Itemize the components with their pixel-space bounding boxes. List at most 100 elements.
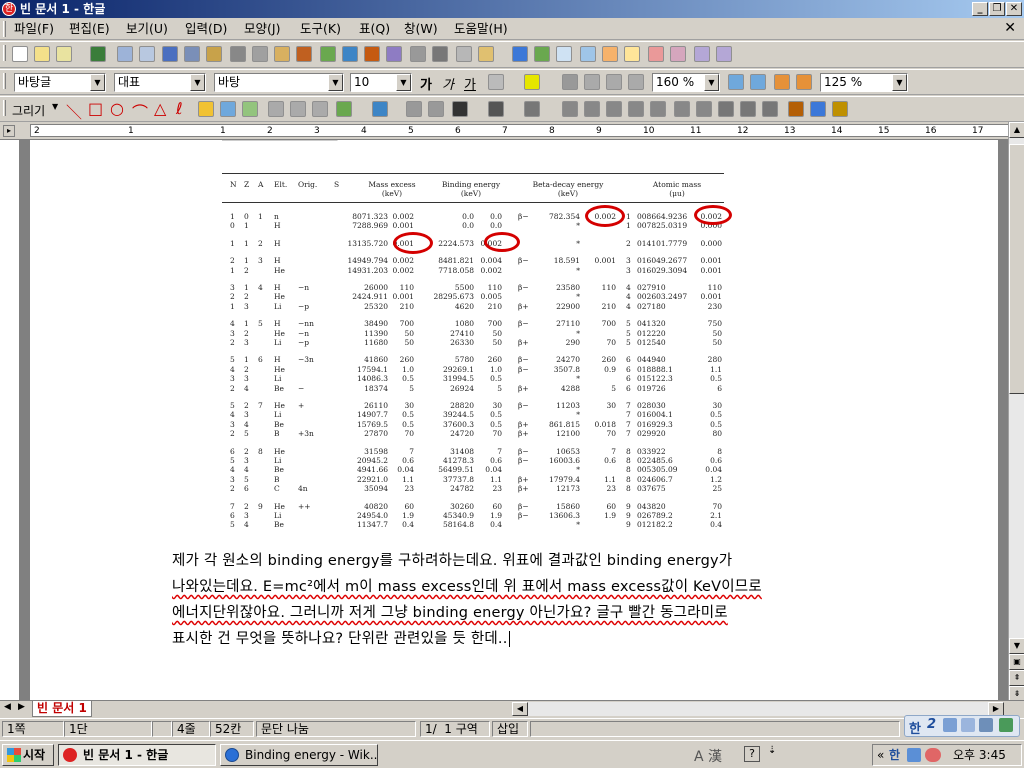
- polygon-tool-icon[interactable]: △: [154, 99, 166, 118]
- menu-format[interactable]: 모양(J): [242, 21, 282, 37]
- underline-button[interactable]: 가: [464, 74, 476, 93]
- textbox-draw-icon[interactable]: [220, 101, 236, 117]
- indent-increase-icon[interactable]: [750, 74, 766, 90]
- align-center-icon[interactable]: [606, 74, 622, 90]
- bring-front-icon[interactable]: [406, 101, 422, 117]
- close-icon[interactable]: ✕: [1006, 2, 1022, 16]
- shape-edit-icon[interactable]: [762, 101, 778, 117]
- ruler-scale[interactable]: 2 1 1 2 3 4 5 6 7 8 9 10 11 12 13 14 15 …: [30, 124, 1010, 137]
- save-icon[interactable]: [90, 46, 106, 62]
- korean-ime-icon[interactable]: 한: [909, 718, 921, 737]
- print-preview-icon[interactable]: [139, 46, 155, 62]
- flip-horizontal-icon[interactable]: [718, 101, 734, 117]
- restore-icon[interactable]: ❐: [989, 2, 1005, 16]
- hscroll-right-icon[interactable]: ▶: [988, 702, 1004, 716]
- redo-icon[interactable]: [184, 46, 200, 62]
- table-icon[interactable]: [478, 46, 494, 62]
- new-doc-icon[interactable]: [12, 46, 28, 62]
- undo-icon[interactable]: [162, 46, 178, 62]
- arc-tool-icon[interactable]: ⌒: [132, 99, 148, 123]
- chevron-down-icon[interactable]: ▼: [892, 74, 907, 91]
- draw-menu-button[interactable]: 그리기: [12, 102, 45, 119]
- number-list-icon[interactable]: [796, 74, 812, 90]
- tray-korean-icon[interactable]: 한: [889, 745, 900, 765]
- nuclide-table-image[interactable]: ‾‾‾‾‾‾‾‾‾‾‾‾‾‾‾‾‾‾‾‾‾‾‾‾‾‾‾‾‾‾‾‾‾ N Z A …: [222, 140, 732, 535]
- tab-document[interactable]: 빈 문서 1: [32, 701, 92, 717]
- char-shape-icon[interactable]: [320, 46, 336, 62]
- 3d-icon[interactable]: [584, 101, 600, 117]
- hwp-logo-icon[interactable]: 한: [2, 2, 16, 16]
- menu-insert[interactable]: 입력(D): [183, 21, 229, 37]
- chevron-down-icon[interactable]: ▼: [52, 102, 58, 111]
- arrow-style-icon[interactable]: [524, 101, 540, 117]
- indent-decrease-icon[interactable]: [728, 74, 744, 90]
- task-browser[interactable]: Binding energy - Wik...: [220, 744, 378, 766]
- chevron-down-icon[interactable]: ▼: [190, 74, 205, 91]
- doc-close-icon[interactable]: ✕: [1004, 20, 1016, 36]
- vertical-scrollbar[interactable]: ▲ ▼ ▣ ⇞ ⇟: [1008, 122, 1024, 702]
- menu-file[interactable]: 파일(F): [12, 21, 56, 37]
- free-rotate-icon[interactable]: [696, 101, 712, 117]
- fill-color-icon[interactable]: [372, 101, 388, 117]
- line-color-icon[interactable]: [336, 101, 352, 117]
- line-width-icon[interactable]: [488, 101, 504, 117]
- ime-toolbar[interactable]: 한 2: [904, 715, 1020, 737]
- page-view-icon[interactable]: ▣: [1009, 654, 1024, 670]
- scroll-down-icon[interactable]: ▼: [1009, 638, 1024, 654]
- open-icon[interactable]: [34, 46, 50, 62]
- task-hwp[interactable]: 빈 문서 1 - 한글: [58, 744, 216, 766]
- toolbar-grip[interactable]: [3, 45, 6, 61]
- group-icon[interactable]: [290, 101, 306, 117]
- picture-draw-icon[interactable]: [242, 101, 258, 117]
- fit-object-icon[interactable]: [650, 101, 666, 117]
- distribute-icon[interactable]: [628, 101, 644, 117]
- chevron-down-icon[interactable]: ▼: [328, 74, 343, 91]
- chart-icon[interactable]: [512, 46, 528, 62]
- help-icon[interactable]: ?: [744, 746, 760, 762]
- drawing-icon[interactable]: [602, 46, 618, 62]
- ime-help-icon[interactable]: [999, 718, 1013, 732]
- find-icon[interactable]: [206, 46, 222, 62]
- format-toolbar-grip[interactable]: [3, 73, 6, 89]
- textbox-icon[interactable]: [624, 46, 640, 62]
- language-combo[interactable]: 대표 ▼: [114, 73, 206, 92]
- pen-tool-icon[interactable]: [198, 101, 214, 117]
- prev-page-icon[interactable]: ⇞: [1009, 670, 1024, 686]
- chevron-down-icon[interactable]: ▼: [90, 74, 105, 91]
- menubar-grip[interactable]: [3, 21, 6, 37]
- format-painter-icon[interactable]: [296, 46, 312, 62]
- tray-app-icon[interactable]: [925, 748, 941, 762]
- horizontal-ruler[interactable]: ▸ 2 1 1 2 3 4 5 6 7 8 9 10 11 12 13 14 1…: [0, 122, 1024, 140]
- align-objects-icon[interactable]: [606, 101, 622, 117]
- align-right-icon[interactable]: [628, 74, 644, 90]
- curve-tool-icon[interactable]: ℓ: [176, 99, 183, 118]
- flip-vertical-icon[interactable]: [740, 101, 756, 117]
- rotate-icon[interactable]: [674, 101, 690, 117]
- hyperlink-icon[interactable]: [432, 46, 448, 62]
- ellipse-tool-icon[interactable]: ○: [110, 99, 124, 118]
- rectangle-tool-icon[interactable]: □: [88, 99, 103, 118]
- cut-icon[interactable]: [230, 46, 246, 62]
- select-objects-icon[interactable]: [268, 101, 284, 117]
- copy-icon[interactable]: [252, 46, 268, 62]
- align-justify-icon[interactable]: [562, 74, 578, 90]
- style-icon[interactable]: [364, 46, 380, 62]
- italic-button[interactable]: 가: [442, 74, 454, 93]
- columns-icon[interactable]: [386, 46, 402, 62]
- bullet-list-icon[interactable]: [774, 74, 790, 90]
- send-back-icon[interactable]: [428, 101, 444, 117]
- menu-view[interactable]: 보기(U): [124, 21, 170, 37]
- align-left-icon[interactable]: [584, 74, 600, 90]
- endnote-icon[interactable]: [716, 46, 732, 62]
- start-button[interactable]: 시작: [2, 744, 54, 766]
- line-style-icon[interactable]: [452, 101, 468, 117]
- tab-next-icon[interactable]: ▶: [18, 702, 25, 712]
- graph-icon[interactable]: [534, 46, 550, 62]
- ime-mode-icon[interactable]: 2: [927, 717, 936, 732]
- font-combo[interactable]: 바탕 ▼: [214, 73, 344, 92]
- menu-edit[interactable]: 편집(E): [67, 21, 112, 37]
- clock[interactable]: 오후 3:45: [953, 745, 1006, 765]
- menu-tools[interactable]: 도구(K): [298, 21, 343, 37]
- field-icon[interactable]: [456, 46, 472, 62]
- menu-help[interactable]: 도움말(H): [452, 21, 510, 37]
